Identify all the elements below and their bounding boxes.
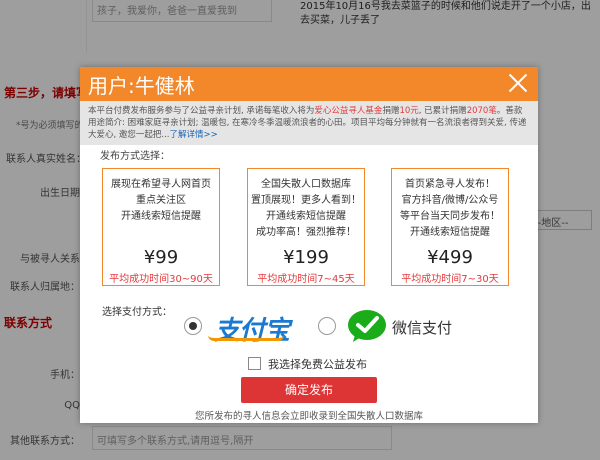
package-feature: 展现在希望寻人网首页 (111, 179, 211, 190)
notice-text-2: 捐赠 (382, 106, 400, 116)
package-feature: 等平台当天同步发布！ (400, 211, 500, 222)
notice-text-1: 本平台付费发布服务参与了公益寻亲计划, 承诺每笔收入将为 (88, 106, 315, 116)
confirm-publish-button[interactable]: 确定发布 (241, 377, 377, 403)
package-duration: 平均成功时间7~30天 (401, 274, 499, 285)
wechat-icon[interactable] (347, 309, 387, 343)
charity-notice: 本平台付费发布服务参与了公益寻亲计划, 承诺每笔收入将为爱心公益寻人基金捐赠10… (80, 101, 538, 145)
free-publish-label[interactable]: 我选择免费公益发布 (268, 356, 367, 372)
package-price: ¥199 (283, 247, 329, 268)
wechat-radio[interactable] (318, 317, 336, 335)
package-feature: 重点关注区 (136, 195, 186, 206)
alipay-logo[interactable]: 支付宝 (214, 310, 290, 347)
package-feature: 开通线索短信提醒 (121, 211, 201, 222)
package-duration: 平均成功时间7~45天 (257, 274, 355, 285)
package-feature: 置顶展现！更多人看到！ (251, 195, 361, 206)
package-feature: 官方抖音/微博/公众号 (401, 195, 499, 206)
package-duration: 平均成功时间30~90天 (109, 274, 213, 285)
package-499[interactable]: 首页紧急寻人发布！ 官方抖音/微博/公众号 等平台当天同步发布！ 开通线索短信提… (391, 168, 509, 286)
package-feature: 首页紧急寻人发布！ (405, 179, 495, 190)
package-199[interactable]: 全国失散人口数据库 置顶展现！更多人看到！ 开通线索短信提醒 成功率高！强烈推荐… (247, 168, 365, 286)
free-publish-checkbox[interactable] (248, 357, 261, 370)
package-feature: 开通线索短信提醒 (266, 211, 346, 222)
modal-header: 用户:牛健林 (80, 67, 538, 101)
alipay-swoosh-icon (208, 335, 284, 341)
alipay-radio[interactable] (184, 317, 202, 335)
wechat-pay-label[interactable]: 微信支付 (392, 317, 452, 338)
package-feature: 成功率高！强烈推荐！ (256, 227, 356, 238)
notice-fund-name: 爱心公益寻人基金 (314, 106, 383, 116)
notice-amount: 10元 (399, 106, 419, 116)
package-99[interactable]: 展现在希望寻人网首页 重点关注区 开通线索短信提醒 ¥99 平均成功时间30~9… (102, 168, 220, 286)
payment-method-label: 选择支付方式： (102, 307, 172, 318)
package-price: ¥499 (427, 247, 473, 268)
modal-title: 用户:牛健林 (88, 74, 195, 98)
close-icon[interactable] (506, 71, 530, 95)
learn-more-link[interactable]: 了解详情>> (170, 130, 218, 140)
notice-count: 2070笔 (466, 106, 497, 116)
package-feature: 全国失散人口数据库 (261, 179, 351, 190)
footer-note: 您所发布的寻人信息会立即收录到全国失散人口数据库 (194, 411, 423, 422)
package-feature: 开通线索短信提醒 (410, 227, 490, 238)
package-price: ¥99 (143, 247, 179, 268)
notice-text-3: , 已累计捐赠 (418, 106, 467, 116)
publish-method-title: 发布方式选择： (100, 151, 170, 162)
publish-modal: 用户:牛健林 本平台付费发布服务参与了公益寻亲计划, 承诺每笔收入将为爱心公益寻… (80, 67, 538, 423)
